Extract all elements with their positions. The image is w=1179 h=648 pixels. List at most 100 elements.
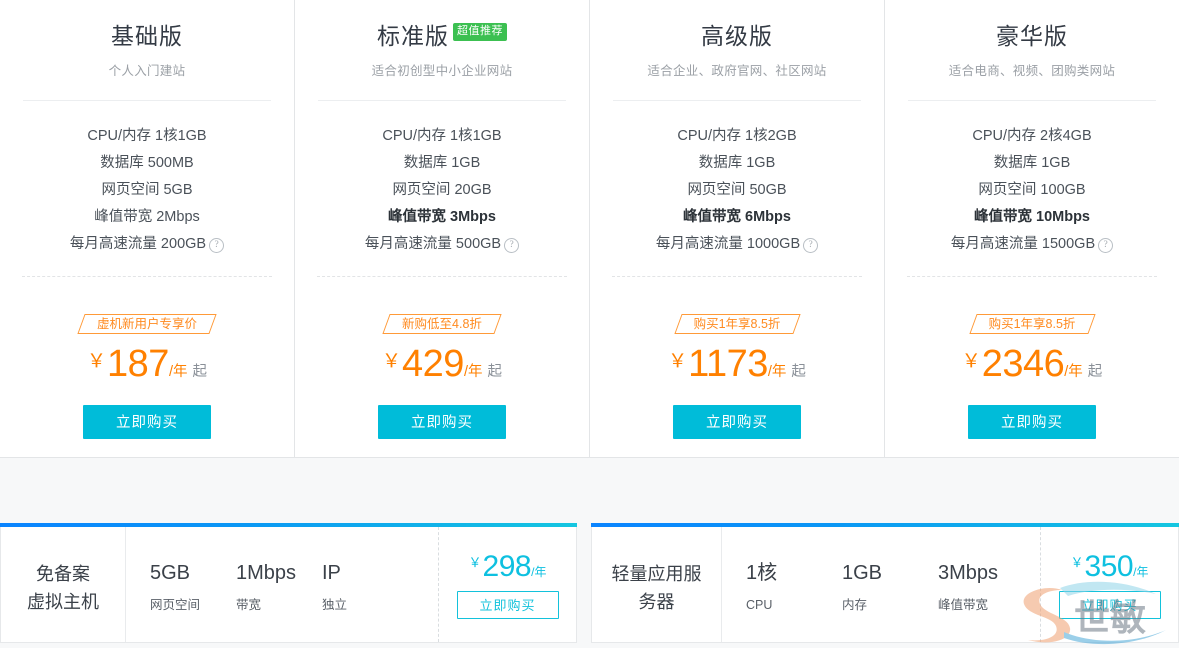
spec-text: 数据库 1GB	[698, 155, 776, 171]
spec-item: CPU/内存 2核4GB	[951, 123, 1113, 150]
price-amount: 298	[482, 550, 532, 583]
banner-spec-value: 1GB	[842, 561, 883, 584]
price-from-label: 起	[487, 364, 502, 380]
promo-tag-wrap: 虚机新用户专享价	[81, 314, 213, 336]
spec-text: CPU/内存 1核1GB	[382, 128, 502, 144]
spec-text: 每月高速流量 1000GB	[655, 236, 801, 252]
spec-item: 每月高速流量 1500GB?	[950, 231, 1114, 258]
price-period: /年	[531, 565, 547, 579]
banner-spec-label: 独立	[322, 597, 348, 612]
spec-text: CPU/内存 2核4GB	[972, 128, 1092, 144]
spec-item: 网页空间 100GB	[951, 177, 1113, 204]
spec-item: 数据库 1GB	[656, 150, 818, 177]
spec-item: 峰值带宽 10Mbps	[951, 204, 1113, 231]
banner-spec-value: 3Mbps	[938, 561, 999, 584]
buy-now-button[interactable]: 立即购买	[673, 405, 801, 439]
spec-text: 数据库 1GB	[993, 155, 1071, 171]
banner-cta: ￥ 298 /年 立即购买	[438, 527, 576, 642]
price-period: /年	[1133, 565, 1149, 579]
banner-spec: 3Mbps 峰值带宽	[938, 558, 1034, 616]
banner-card-lightweight-server[interactable]: 轻量应用服 务器 1核 CPU 1GB 内存 3Mbps 峰值带宽 ￥ 350 …	[591, 523, 1179, 645]
plan-card[interactable]: 高级版 适合企业、政府官网、社区网站 CPU/内存 1核2GB 数据库 1GB …	[590, 0, 885, 457]
banner-spec-value: 5GB	[150, 561, 191, 584]
banner-card-shared-hosting[interactable]: 免备案 虚拟主机 5GB 网页空间 1Mbps 带宽 IP 独立 ￥ 298 /…	[0, 523, 577, 643]
spec-item: 每月高速流量 1000GB?	[655, 231, 819, 258]
plan-title: 豪华版	[996, 23, 1068, 49]
header-divider	[318, 100, 566, 101]
banner-spec: IP 独立	[322, 558, 408, 616]
plan-subtitle: 个人入门建站	[108, 64, 186, 78]
price-period: /年	[1064, 364, 1083, 380]
promo-tag-label: 虚机新用户专享价	[96, 317, 197, 331]
plan-subtitle: 适合电商、视频、团购类网站	[948, 64, 1116, 78]
spec-text: CPU/内存 1核1GB	[87, 128, 207, 144]
buy-now-button[interactable]: 立即购买	[1058, 591, 1161, 619]
plan-card[interactable]: 标准版 超值推荐 适合初创型中小企业网站 CPU/内存 1核1GB 数据库 1G…	[295, 0, 590, 457]
banner-name-line1: 免备案	[36, 563, 90, 584]
banner-spec-label: 内存	[842, 597, 868, 612]
spec-item: 每月高速流量 200GB?	[70, 231, 225, 258]
spec-text: 峰值带宽 2Mbps	[94, 209, 200, 225]
plan-title: 基础版	[111, 23, 183, 49]
banner-spec-list: 1核 CPU 1GB 内存 3Mbps 峰值带宽	[722, 527, 1040, 642]
spec-item: 数据库 1GB	[365, 150, 519, 177]
price-amount: 429	[402, 343, 464, 385]
price-amount: 2346	[981, 343, 1065, 385]
currency-symbol: ￥	[961, 351, 981, 372]
buy-now-button[interactable]: 立即购买	[83, 405, 211, 439]
spec-divider	[22, 276, 272, 277]
plan-card[interactable]: 豪华版 适合电商、视频、团购类网站 CPU/内存 2核4GB 数据库 1GB 网…	[885, 0, 1179, 457]
plan-spec-list: CPU/内存 1核1GB 数据库 500MB 网页空间 5GB 峰值带宽 2Mb…	[70, 123, 225, 258]
spec-text: 网页空间 50GB	[687, 182, 787, 198]
banner-name-line2: 虚拟主机	[27, 591, 99, 612]
spec-item: 网页空间 5GB	[70, 177, 224, 204]
banner-product-name: 轻量应用服 务器	[592, 527, 722, 642]
plan-header: 豪华版	[996, 18, 1068, 54]
help-icon[interactable]: ?	[504, 238, 520, 253]
price-amount: 1173	[688, 343, 768, 385]
pricing-plans-row: 基础版 个人入门建站 CPU/内存 1核1GB 数据库 500MB 网页空间 5…	[0, 0, 1179, 458]
banner-spec-label: 带宽	[236, 597, 262, 612]
buy-now-button[interactable]: 立即购买	[968, 405, 1096, 439]
header-divider	[613, 100, 861, 101]
banner-spec: 1GB 内存	[842, 558, 938, 616]
plan-header: 高级版	[701, 18, 773, 54]
plan-card[interactable]: 基础版 个人入门建站 CPU/内存 1核1GB 数据库 500MB 网页空间 5…	[0, 0, 295, 457]
spec-item: 峰值带宽 2Mbps	[70, 204, 224, 231]
spec-divider	[612, 276, 862, 277]
banner-product-name: 免备案 虚拟主机	[1, 527, 126, 642]
spec-text: 网页空间 5GB	[101, 182, 193, 198]
currency-symbol: ￥	[668, 351, 688, 372]
spec-text: 网页空间 100GB	[978, 182, 1086, 198]
price-amount: 187	[107, 343, 169, 385]
banner-price: ￥ 298 /年	[469, 552, 547, 582]
spec-item: 数据库 1GB	[951, 150, 1113, 177]
help-icon[interactable]: ?	[209, 238, 225, 253]
spec-item: CPU/内存 1核1GB	[70, 123, 224, 150]
banner-cta: ￥ 350 /年 立即购买	[1040, 527, 1178, 642]
banner-spec: 1核 CPU	[746, 558, 842, 616]
plan-title: 高级版	[701, 23, 773, 49]
price-period: /年	[168, 364, 188, 380]
spec-text: 峰值带宽 3Mbps	[388, 209, 496, 225]
price-row: ￥ 187 /年 起	[87, 345, 207, 383]
help-icon[interactable]: ?	[803, 238, 819, 253]
currency-symbol: ￥	[468, 555, 482, 570]
spec-text: 峰值带宽 10Mbps	[973, 209, 1090, 225]
currency-symbol: ￥	[382, 351, 402, 372]
price-amount: 350	[1084, 550, 1134, 583]
banner-spec: 5GB 网页空间	[150, 558, 236, 616]
buy-now-button[interactable]: 立即购买	[378, 405, 506, 439]
spec-text: 每月高速流量 1500GB	[950, 236, 1096, 252]
plan-spec-list: CPU/内存 1核1GB 数据库 1GB 网页空间 20GB 峰值带宽 3Mbp…	[365, 123, 520, 258]
promo-tag-label: 购买1年享8.5折	[988, 317, 1076, 331]
buy-now-button[interactable]: 立即购买	[456, 591, 559, 619]
recommended-badge: 超值推荐	[453, 23, 507, 41]
price-row: ￥ 1173 /年 起	[668, 345, 806, 383]
promo-tag: 购买1年享8.5折	[678, 314, 797, 334]
currency-symbol: ￥	[87, 351, 107, 372]
banner-spec-list: 5GB 网页空间 1Mbps 带宽 IP 独立	[126, 527, 438, 642]
help-icon[interactable]: ?	[1098, 238, 1114, 253]
spec-item: 网页空间 20GB	[365, 177, 519, 204]
plan-title: 标准版	[377, 23, 449, 49]
